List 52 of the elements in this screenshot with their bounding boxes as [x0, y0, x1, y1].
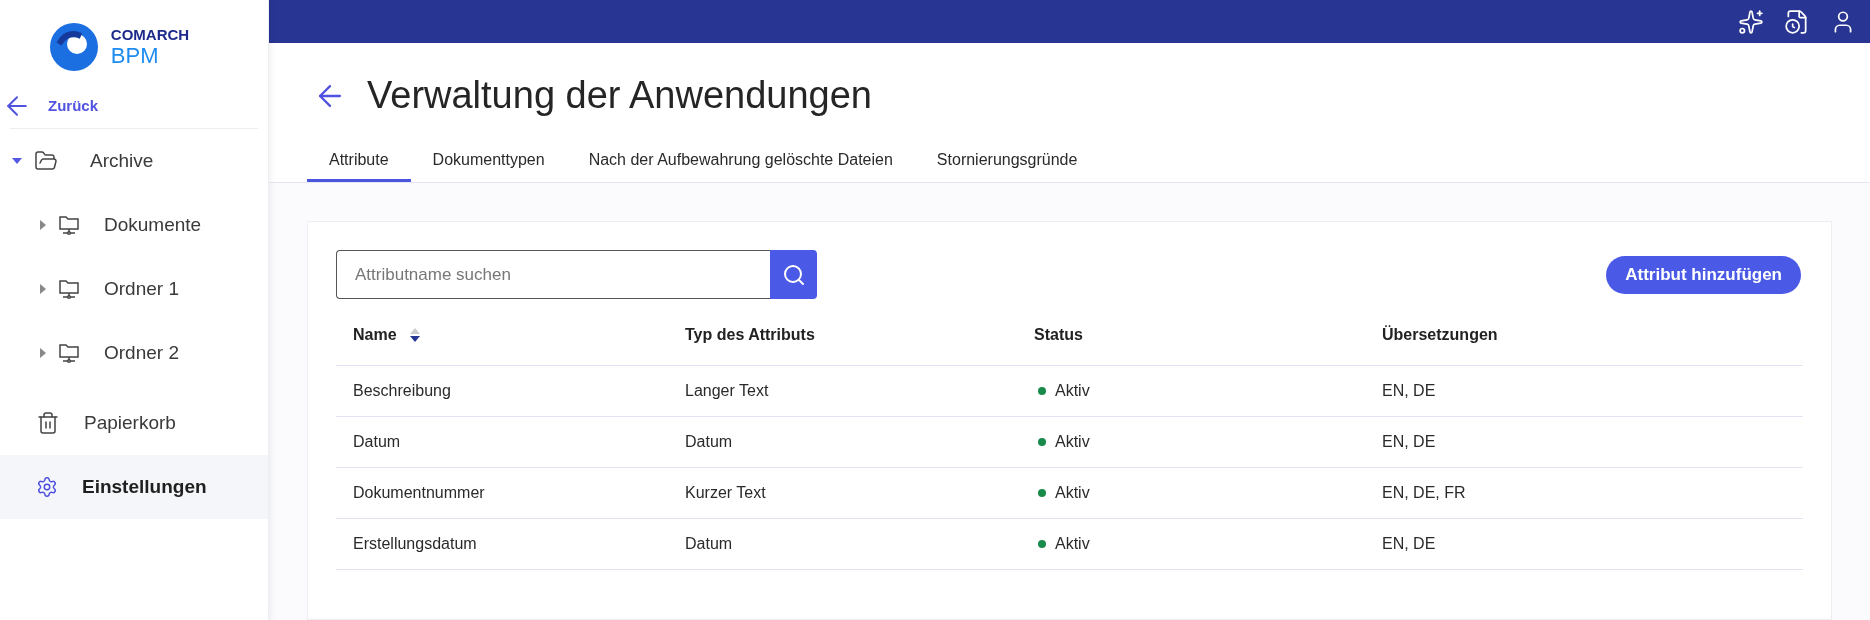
- status-text: Aktiv: [1055, 381, 1090, 401]
- network-folder-icon: [58, 278, 80, 300]
- table-cell: EN, DE: [1382, 534, 1436, 552]
- page-title: Verwaltung der Anwendungen: [367, 73, 872, 118]
- tree-item[interactable]: Ordner 1: [0, 257, 268, 321]
- sort-icon[interactable]: [408, 326, 421, 343]
- tab[interactable]: Stornierungsgründe: [914, 140, 1100, 182]
- sparkles-icon[interactable]: [1738, 8, 1764, 35]
- status-text: Aktiv: [1055, 483, 1090, 503]
- caret-icon[interactable]: [40, 348, 46, 358]
- settings-icon: [36, 476, 58, 498]
- search-icon: [781, 262, 806, 287]
- table-cell: Datum: [685, 534, 733, 552]
- status-text: Aktiv: [1055, 534, 1090, 554]
- file-clock-icon[interactable]: [1784, 8, 1810, 35]
- table-cell: Datum: [353, 432, 401, 450]
- table-cell: EN, DE: [1382, 432, 1436, 450]
- table-cell: Langer Text: [685, 381, 769, 399]
- caret-icon[interactable]: [12, 158, 22, 164]
- logo-icon: [48, 22, 99, 72]
- table-cell: EN, DE, FR: [1382, 483, 1466, 501]
- tree-item[interactable]: Ordner 2: [0, 321, 268, 385]
- column-header: Status: [1034, 324, 1083, 345]
- table-cell: EN, DE: [1382, 381, 1436, 399]
- back-link[interactable]: Zurück: [0, 90, 268, 122]
- add-attribute-button[interactable]: Attribut hinzufügen: [1606, 255, 1801, 294]
- network-folder-icon: [58, 214, 80, 236]
- status-text: Aktiv: [1055, 432, 1090, 452]
- table-cell: Beschreibung: [353, 381, 451, 399]
- sidebar-item[interactable]: Einstellungen: [0, 455, 268, 519]
- tab[interactable]: Attribute: [307, 140, 411, 182]
- table-cell: Datum: [685, 432, 733, 450]
- table-cell: Erstellungsdatum: [353, 534, 477, 552]
- column-header: Übersetzungen: [1382, 324, 1498, 345]
- search-button[interactable]: [770, 250, 817, 299]
- brand-name: COMARCH: [110, 27, 190, 42]
- tree-item[interactable]: Archive: [0, 129, 268, 193]
- search-field[interactable]: Attributname suchen: [336, 250, 770, 299]
- network-folder-icon: [58, 342, 80, 364]
- trash-icon: [36, 411, 60, 435]
- tab[interactable]: Dokumenttypen: [410, 140, 567, 182]
- folder-icon: [34, 149, 58, 173]
- caret-icon[interactable]: [40, 220, 46, 230]
- caret-icon[interactable]: [40, 284, 46, 294]
- tab[interactable]: Nach der Aufbewahrung gelöschte Dateien: [566, 140, 915, 182]
- tree-item[interactable]: Dokumente: [0, 193, 268, 257]
- table-cell: Dokumentnummer: [353, 483, 485, 501]
- column-header[interactable]: Name: [353, 322, 397, 347]
- column-header: Typ des Attributs: [685, 324, 815, 345]
- product-name: BPM: [110, 45, 160, 67]
- sidebar-item[interactable]: Papierkorb: [0, 391, 268, 455]
- table-cell: Kurzer Text: [685, 483, 766, 501]
